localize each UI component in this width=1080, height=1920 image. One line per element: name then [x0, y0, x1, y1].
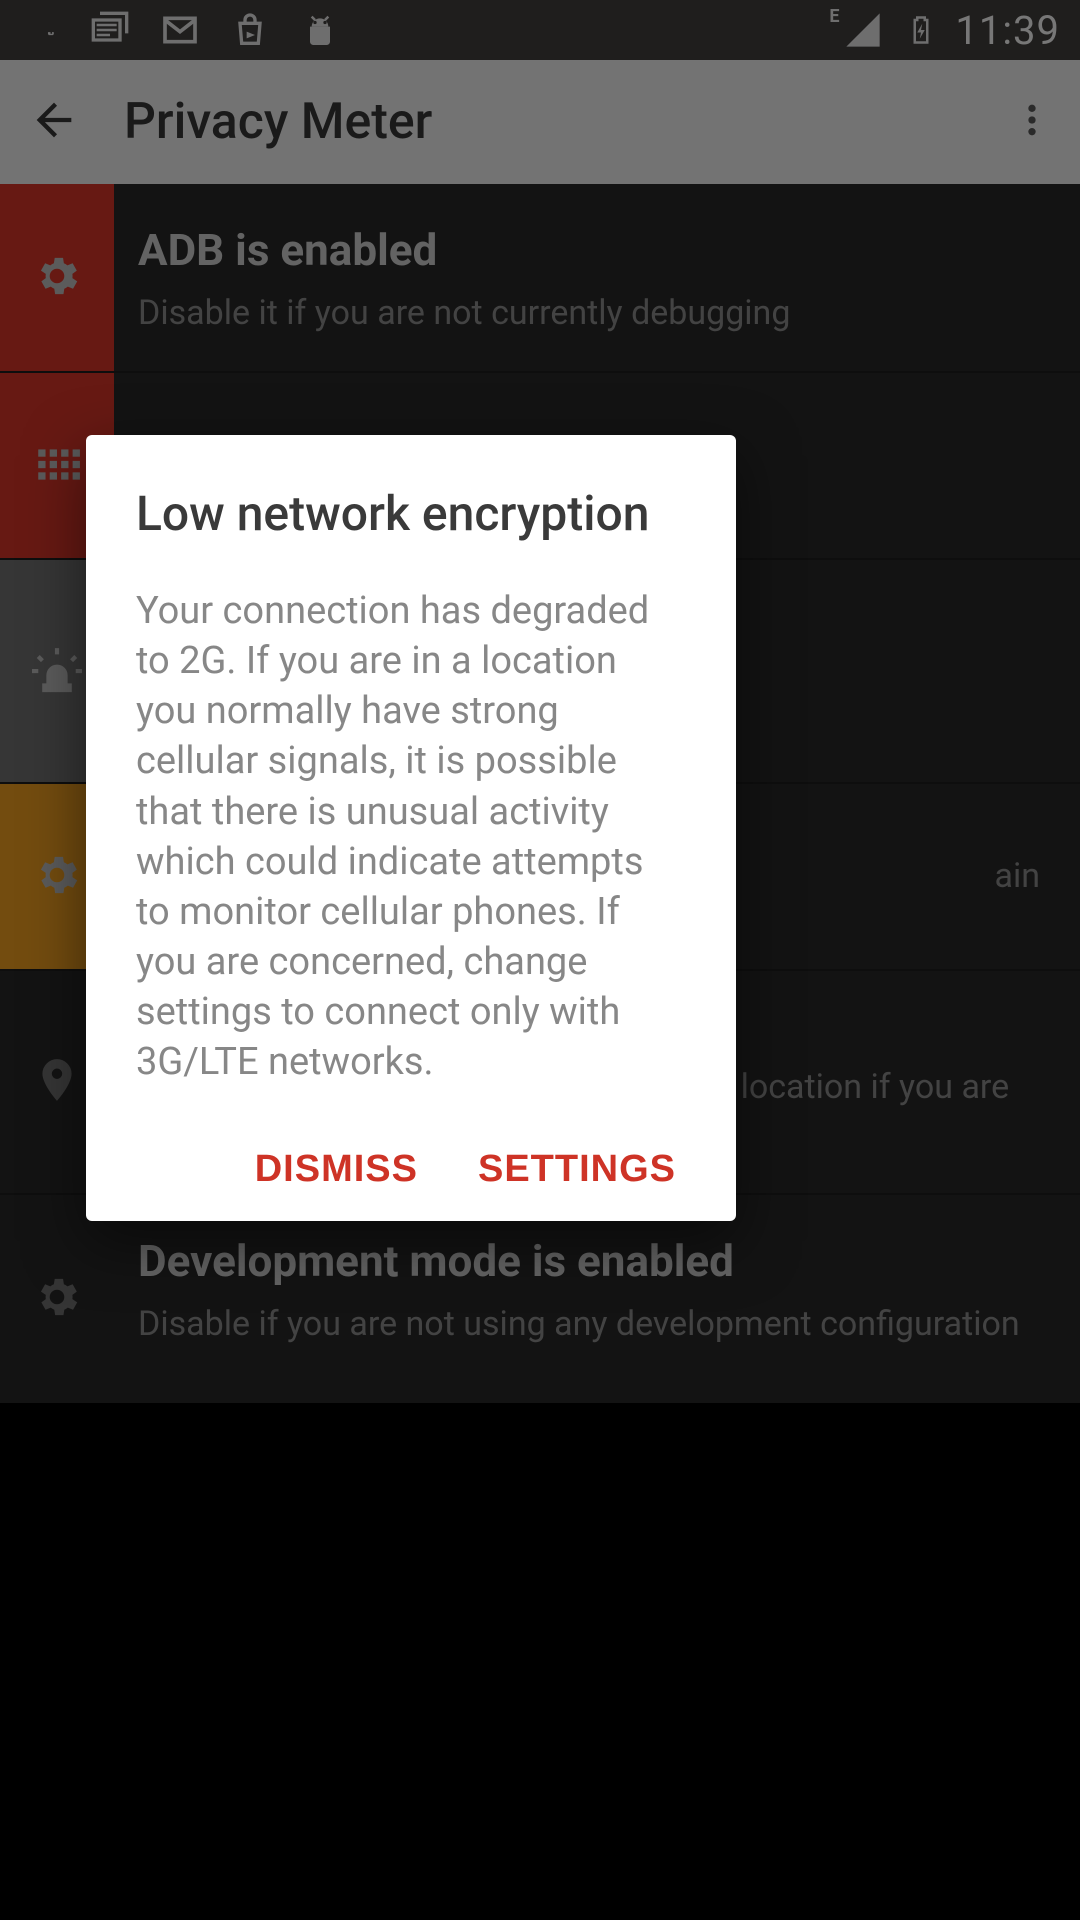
alert-dialog: Low network encryption Your connection h… [86, 435, 736, 1221]
dialog-title: Low network encryption [136, 485, 686, 542]
dismiss-button[interactable]: DISMISS [255, 1148, 418, 1191]
settings-button[interactable]: SETTINGS [478, 1148, 676, 1191]
dialog-body: Your connection has degraded to 2G. If y… [136, 586, 686, 1088]
